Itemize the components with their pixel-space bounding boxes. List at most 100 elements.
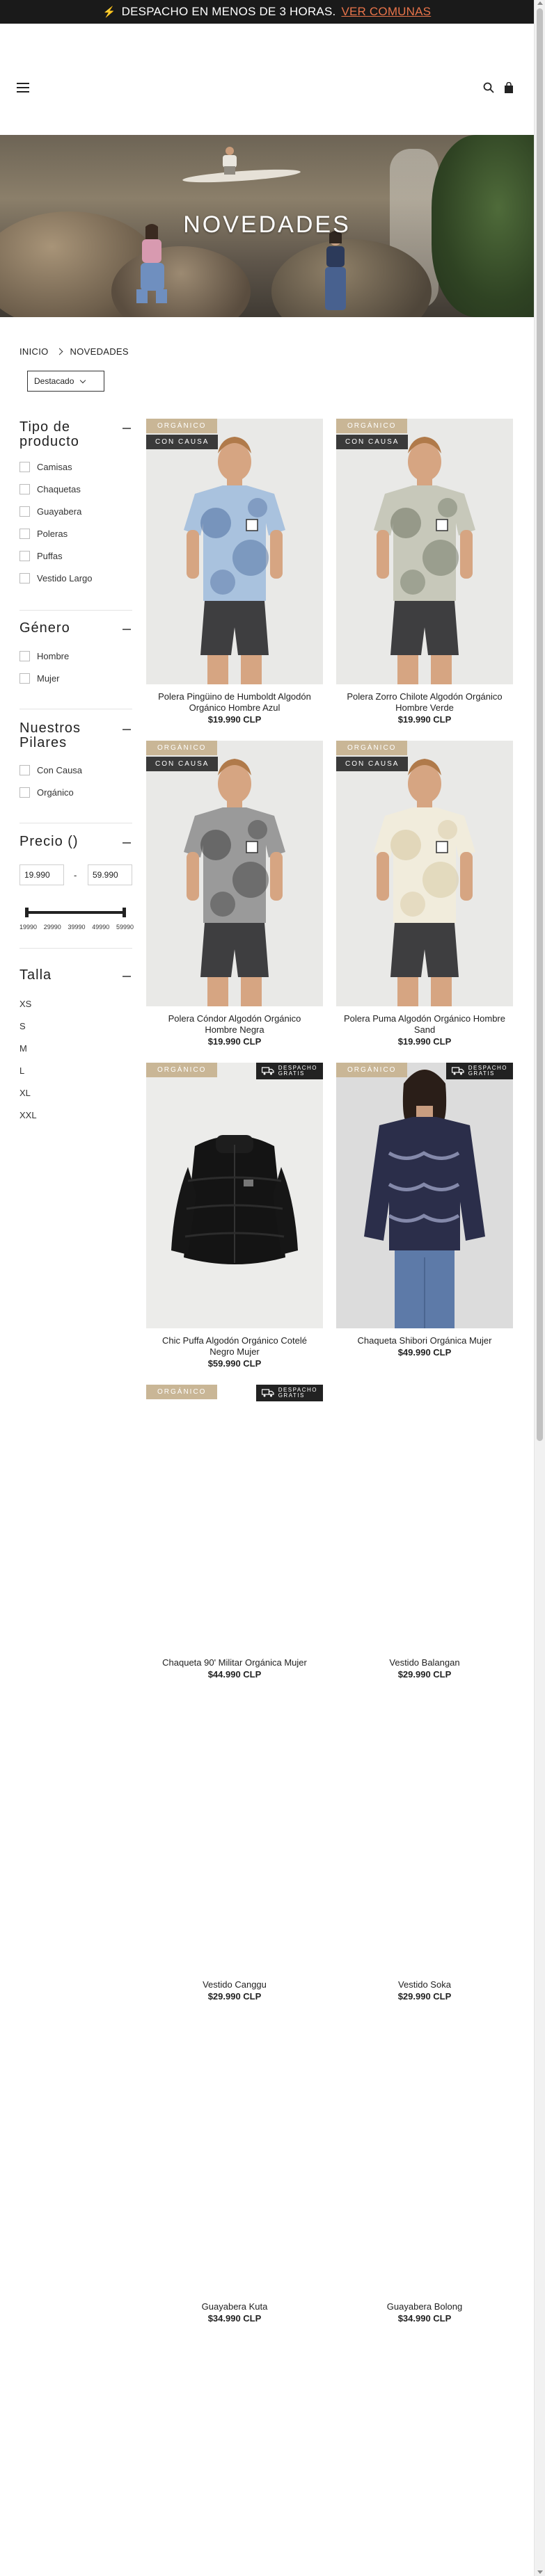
filter-option-genero[interactable]: Mujer (19, 673, 60, 684)
product-name[interactable]: Vestido Canggu (146, 1979, 323, 1990)
product-name[interactable]: Chaqueta 90' Militar Orgánica Mujer (146, 1657, 323, 1668)
breadcrumb-home[interactable]: INICIO (19, 346, 49, 357)
page-scrollbar[interactable] (534, 0, 545, 2576)
filter-option-talla[interactable]: M (19, 1043, 27, 1054)
product-image[interactable] (146, 1707, 323, 1972)
filter-checkbox[interactable] (19, 462, 30, 472)
filter-checkbox[interactable] (19, 765, 30, 775)
product-card[interactable]: Guayabera Bolong $34.990 CLP (336, 2029, 513, 2324)
filter-option-genero[interactable]: Hombre (19, 651, 69, 661)
product-image[interactable]: ORGÁNICO CON CAUSA (336, 419, 513, 684)
lightning-icon: ⚡ (102, 6, 116, 18)
product-name[interactable]: Vestido Soka (336, 1979, 513, 1990)
product-name[interactable]: Chaqueta Shibori Orgánica Mujer (336, 1335, 513, 1346)
collapse-minus-icon[interactable] (123, 629, 131, 630)
filter-option-label: Guayabera (37, 506, 82, 517)
product-name[interactable]: Polera Cóndor Algodón Orgánico Hombre Ne… (146, 1013, 323, 1036)
product-name[interactable]: Chic Puffa Algodón Orgánico Cotelé Negro… (146, 1335, 323, 1358)
shopping-bag-icon[interactable] (504, 82, 514, 93)
product-card[interactable]: ORGÁNICO CON CAUSA Polera Cóndor Algodón O… (146, 741, 323, 1047)
filter-title-genero[interactable]: Género (19, 621, 70, 636)
product-name[interactable]: Guayabera Kuta (146, 2301, 323, 2312)
product-card[interactable]: ORGÁNICO CON CAUSA Polera Pingüino de Humb… (146, 419, 323, 725)
filter-title-talla[interactable]: Talla (19, 968, 52, 983)
price-min-input[interactable]: 19.990 (19, 864, 64, 885)
announcement-link[interactable]: VER COMUNAS (341, 5, 431, 19)
product-card[interactable]: ORGÁNICO DESPACHO GRATIS Chaqueta 90' Mili… (146, 1385, 323, 1680)
product-image[interactable] (336, 1707, 513, 1972)
scrollbar-thumb[interactable] (537, 8, 543, 1441)
filter-option-pilares[interactable]: Con Causa (19, 765, 82, 775)
filter-option-label: Mujer (37, 673, 60, 684)
filter-option-talla[interactable]: XL (19, 1088, 31, 1098)
filter-title-tipo[interactable]: Tipo de producto (19, 420, 117, 449)
product-image[interactable]: ORGÁNICO CON CAUSA (146, 741, 323, 1006)
collapse-minus-icon[interactable] (123, 729, 131, 730)
filter-option-tipo[interactable]: Chaquetas (19, 484, 81, 494)
price-slider-max-handle[interactable] (123, 908, 126, 917)
collapse-minus-icon[interactable] (123, 976, 131, 977)
product-image[interactable]: ORGÁNICO CON CAUSA (336, 741, 513, 1006)
hamburger-menu-icon[interactable] (17, 83, 29, 92)
filter-checkbox[interactable] (19, 787, 30, 798)
filter-option-tipo[interactable]: Vestido Largo (19, 573, 93, 583)
product-card[interactable]: Vestido Soka $29.990 CLP (336, 1707, 513, 2002)
product-price: $19.990 CLP (397, 714, 452, 725)
filter-option-tipo[interactable]: Guayabera (19, 506, 81, 517)
product-card[interactable]: ORGÁNICO DESPACHO GRATIS Chic Puffa Algodó… (146, 1063, 323, 1369)
filter-option-label: Camisas (37, 462, 72, 472)
filter-option-tipo[interactable]: Poleras (19, 529, 68, 539)
filter-title-pilares[interactable]: Nuestros Pilares (19, 721, 103, 750)
filter-title-precio[interactable]: Precio () (19, 835, 79, 849)
product-name[interactable]: Vestido Balangan (336, 1657, 513, 1668)
scroll-up-icon[interactable] (537, 1, 543, 5)
collapse-minus-icon[interactable] (123, 428, 131, 429)
truck-icon (451, 1067, 464, 1075)
product-photo (336, 741, 513, 1006)
product-photo (146, 741, 323, 1006)
filter-divider (19, 948, 132, 949)
product-image[interactable]: ORGÁNICO DESPACHO GRATIS (146, 1385, 323, 1650)
filter-checkbox[interactable] (19, 651, 30, 661)
product-image[interactable]: ORGÁNICO DESPACHO GRATIS (146, 1063, 323, 1328)
filter-checkbox[interactable] (19, 573, 30, 583)
product-card[interactable]: Vestido Balangan $29.990 CLP (336, 1385, 513, 1680)
product-image[interactable] (336, 1385, 513, 1650)
price-max-input[interactable]: 59.990 (88, 864, 132, 885)
product-card[interactable]: Guayabera Kuta $34.990 CLP (146, 2029, 323, 2324)
price-slider-track[interactable] (26, 911, 124, 914)
price-slider-tick-label: 59990 (116, 924, 134, 931)
sort-select[interactable]: Destacado (27, 371, 104, 392)
product-name[interactable]: Polera Puma Algodón Orgánico Hombre Sand (336, 1013, 513, 1036)
product-card[interactable]: ORGÁNICO CON CAUSA Polera Zorro Chilote Al… (336, 419, 513, 725)
filter-option-pilares[interactable]: Orgánico (19, 787, 74, 798)
price-slider-labels: 19990 29990 39990 49990 59990 (19, 924, 134, 931)
collapse-minus-icon[interactable] (123, 842, 131, 844)
product-price: $34.990 CLP (397, 2313, 452, 2324)
filter-checkbox[interactable] (19, 529, 30, 539)
product-name[interactable]: Polera Pingüino de Humboldt Algodón Orgá… (146, 691, 323, 714)
filter-option-talla[interactable]: XS (19, 999, 31, 1009)
product-card[interactable]: ORGÁNICO CON CAUSA Polera Puma Algodón Org… (336, 741, 513, 1047)
product-card[interactable]: Vestido Canggu $29.990 CLP (146, 1707, 323, 2002)
filter-option-talla[interactable]: XXL (19, 1110, 37, 1120)
filter-option-talla[interactable]: S (19, 1021, 26, 1031)
product-card[interactable]: ORGÁNICO DESPACHO GRATIS Chaqueta Shibori … (336, 1063, 513, 1358)
scroll-down-icon[interactable] (537, 2570, 543, 2574)
filter-option-talla[interactable]: L (19, 1065, 24, 1076)
search-icon[interactable] (483, 82, 494, 93)
filter-checkbox[interactable] (19, 506, 30, 517)
filter-option-tipo[interactable]: Camisas (19, 462, 72, 472)
filter-checkbox[interactable] (19, 673, 30, 684)
filter-checkbox[interactable] (19, 551, 30, 561)
free-shipping-badge: DESPACHO GRATIS (445, 1063, 513, 1079)
product-image[interactable]: ORGÁNICO DESPACHO GRATIS (336, 1063, 513, 1328)
product-image[interactable] (146, 2029, 323, 2294)
filter-option-tipo[interactable]: Puffas (19, 551, 63, 561)
product-name[interactable]: Polera Zorro Chilote Algodón Orgánico Ho… (336, 691, 513, 714)
price-slider-min-handle[interactable] (25, 908, 29, 917)
product-image[interactable] (336, 2029, 513, 2294)
filter-checkbox[interactable] (19, 484, 30, 494)
product-name[interactable]: Guayabera Bolong (336, 2301, 513, 2312)
product-image[interactable]: ORGÁNICO CON CAUSA (146, 419, 323, 684)
